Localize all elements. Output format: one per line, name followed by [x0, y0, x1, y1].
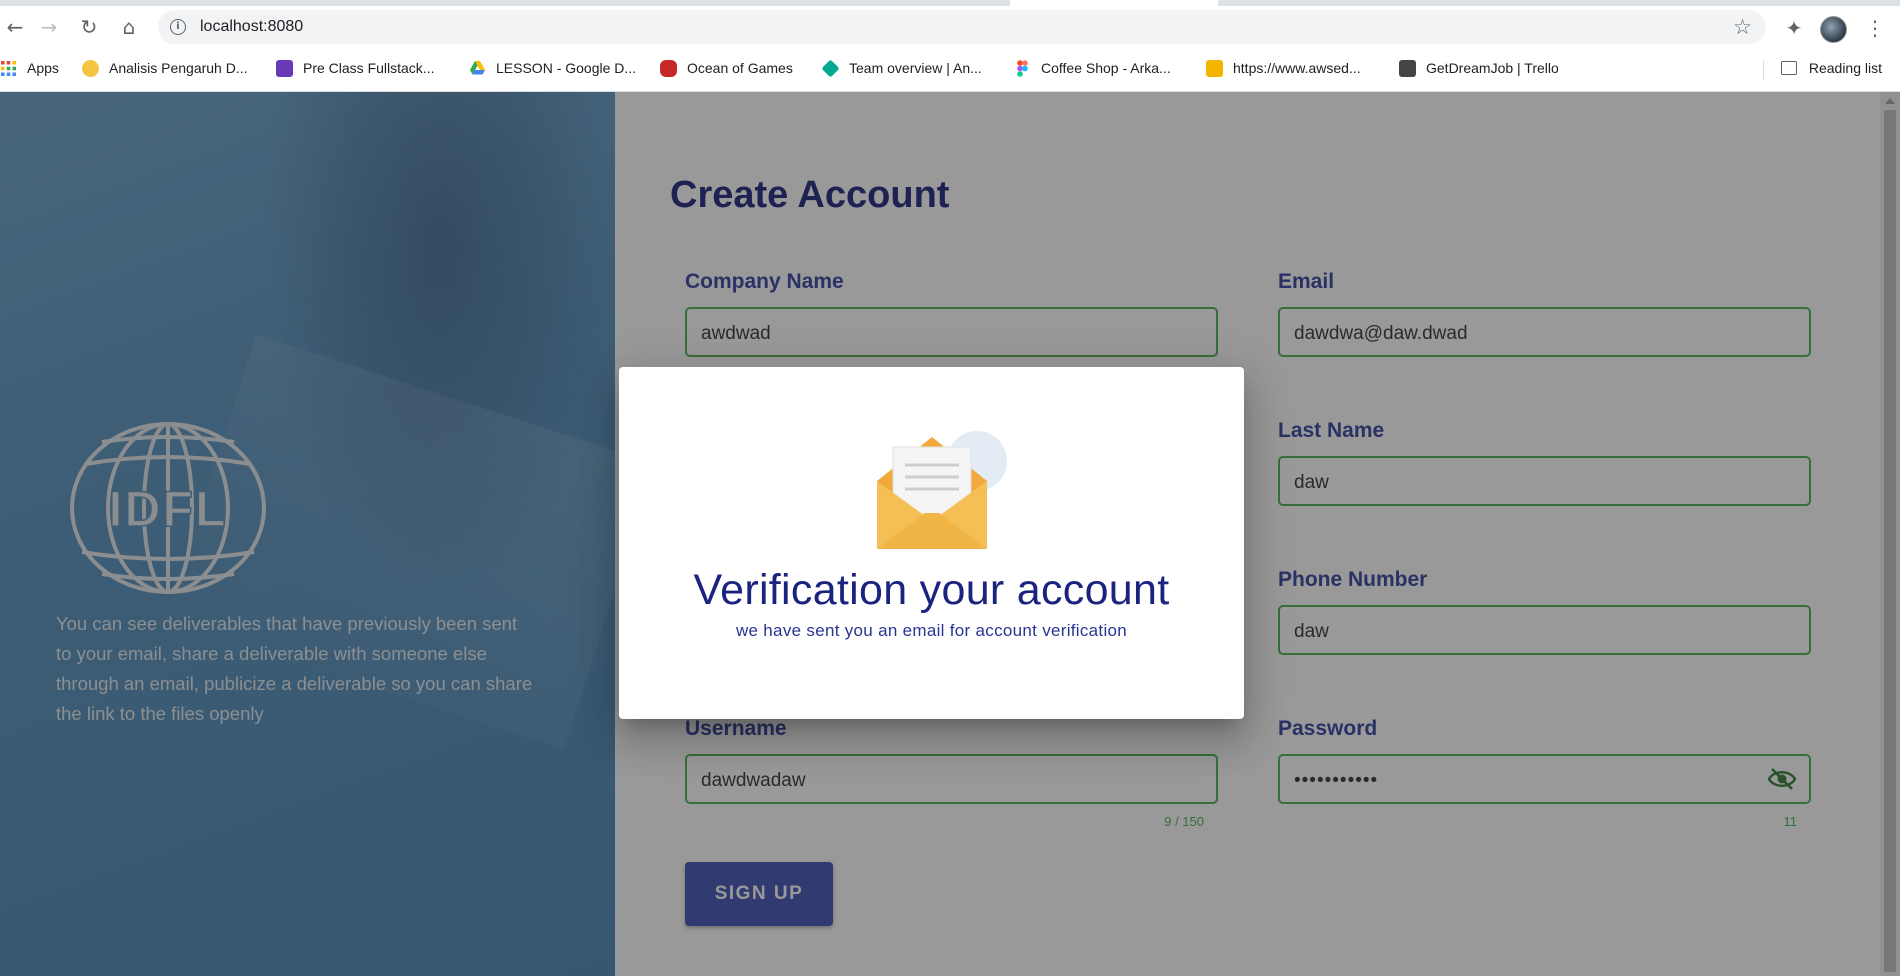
- dialog-title: Verification your account: [693, 566, 1170, 614]
- bookmark-ocean-of-games[interactable]: Ocean of Games: [660, 57, 793, 79]
- info-icon[interactable]: i: [170, 19, 186, 35]
- figma-icon: [1017, 59, 1028, 77]
- bookmark-awsed[interactable]: https://www.awsed...: [1206, 57, 1361, 79]
- home-icon[interactable]: ⌂: [114, 12, 144, 42]
- browser-toolbar: ← → ↻ ⌂ i localhost:8080 ☆ ✦ ⋮: [0, 6, 1900, 48]
- bookmark-preclass[interactable]: Pre Class Fullstack...: [276, 57, 434, 79]
- page-content: IDFL You can see deliverables that have …: [0, 92, 1900, 976]
- bookmarks-divider: [1763, 60, 1764, 80]
- bookmark-lesson[interactable]: LESSON - Google D...: [469, 57, 636, 79]
- bookmark-label: Apps: [27, 60, 59, 76]
- bookmark-label: Analisis Pengaruh D...: [109, 60, 248, 76]
- address-url[interactable]: localhost:8080: [200, 18, 303, 36]
- browser-chrome: ← → ↻ ⌂ i localhost:8080 ☆ ✦ ⋮ Apps Anal…: [0, 0, 1900, 92]
- trello-favicon-icon: [1399, 59, 1416, 77]
- bookmark-team-overview[interactable]: Team overview | An...: [821, 57, 982, 79]
- gamepad-icon: [660, 59, 677, 77]
- envelope-mail-icon: [877, 431, 1007, 549]
- back-icon[interactable]: ←: [0, 12, 30, 42]
- google-drive-icon: [470, 60, 485, 74]
- bookmark-label: GetDreamJob | Trello: [1426, 60, 1559, 76]
- bookmark-label: Ocean of Games: [687, 60, 793, 76]
- reload-icon[interactable]: ↻: [74, 12, 104, 42]
- site-favicon-icon: [82, 59, 99, 77]
- verification-dialog: Verification your account we have sent y…: [619, 367, 1244, 719]
- box-favicon-icon: [1206, 59, 1223, 77]
- bookmark-star-icon[interactable]: ☆: [1733, 15, 1752, 39]
- bookmark-label: Coffee Shop - Arka...: [1041, 60, 1171, 76]
- diamond-icon: [821, 58, 840, 78]
- dialog-subtitle: we have sent you an email for account ve…: [735, 621, 1128, 640]
- bookmark-label: LESSON - Google D...: [496, 60, 637, 76]
- forms-favicon-icon: [276, 59, 293, 77]
- bookmark-analisis[interactable]: Analisis Pengaruh D...: [82, 57, 248, 79]
- address-bar[interactable]: i localhost:8080 ☆: [158, 10, 1766, 44]
- bookmark-apps[interactable]: Apps: [0, 57, 59, 79]
- profile-avatar[interactable]: [1820, 16, 1847, 43]
- bookmark-label: Team overview | An...: [849, 60, 982, 76]
- extensions-icon[interactable]: ✦: [1780, 14, 1808, 42]
- bookmarks-bar: Apps Analisis Pengaruh D... Pre Class Fu…: [0, 52, 1900, 84]
- reading-list-button[interactable]: Reading list: [1780, 57, 1882, 79]
- bookmark-label: Pre Class Fullstack...: [303, 60, 435, 76]
- menu-kebab-icon[interactable]: ⋮: [1861, 14, 1889, 42]
- bookmark-label: https://www.awsed...: [1233, 60, 1361, 76]
- bookmark-getdreamjob[interactable]: GetDreamJob | Trello: [1399, 57, 1559, 79]
- reading-list-label: Reading list: [1808, 60, 1882, 76]
- apps-grid-icon: [1, 60, 16, 76]
- forward-icon[interactable]: →: [34, 12, 64, 42]
- reading-list-icon: [1780, 61, 1797, 75]
- bookmark-coffee-shop[interactable]: Coffee Shop - Arka...: [1014, 57, 1171, 79]
